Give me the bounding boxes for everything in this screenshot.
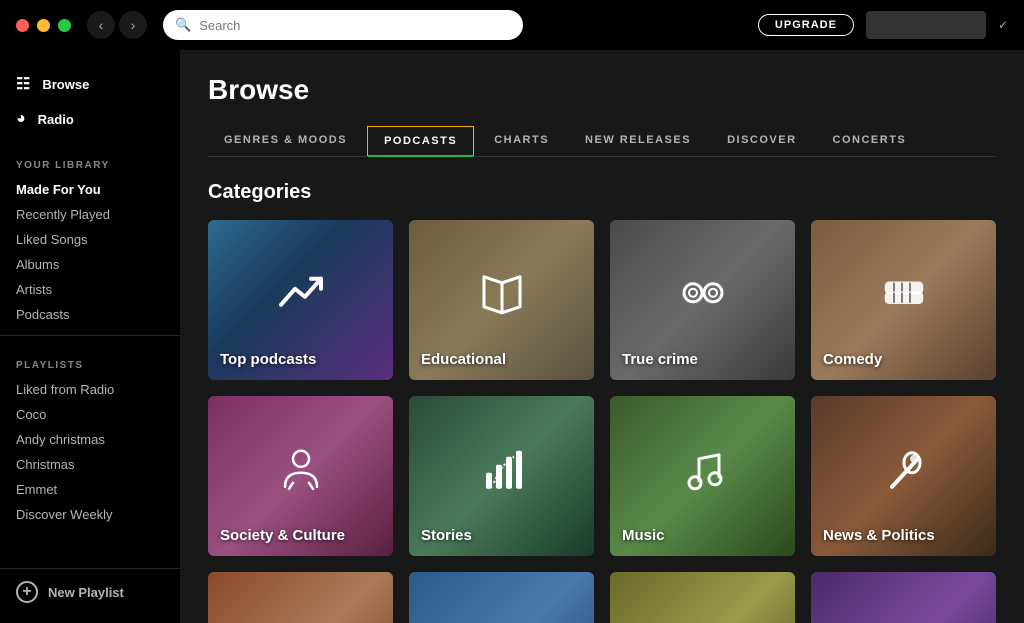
sidebar-browse-label: Browse xyxy=(42,77,89,92)
sidebar-item-andy-christmas[interactable]: Andy christmas xyxy=(0,427,180,452)
category-label-comedy: Comedy xyxy=(823,351,882,368)
category-label-educational: Educational xyxy=(421,351,506,368)
trend-icon xyxy=(277,269,325,317)
category-label-music: Music xyxy=(622,527,665,544)
sidebar-item-browse[interactable]: ☷ Browse xyxy=(0,66,180,102)
category-news[interactable]: News & Politics xyxy=(811,396,996,556)
search-input[interactable] xyxy=(199,18,511,33)
new-playlist-label: New Playlist xyxy=(48,585,124,600)
avatar xyxy=(866,11,986,39)
title-bar-right: UPGRADE ✓ xyxy=(758,11,1008,39)
tab-concerts[interactable]: CONCERTS xyxy=(817,126,923,156)
maximize-button[interactable] xyxy=(58,19,71,32)
sidebar-item-emmet[interactable]: Emmet xyxy=(0,477,180,502)
sidebar-nav: ☷ Browse ◕ Radio xyxy=(0,50,180,144)
category-label-news: News & Politics xyxy=(823,527,935,544)
bust-icon xyxy=(277,445,325,493)
category-true-crime[interactable]: True crime xyxy=(610,220,795,380)
category-stories[interactable]: Stories xyxy=(409,396,594,556)
music-note-icon xyxy=(679,445,727,493)
search-icon: 🔍 xyxy=(175,17,191,33)
sidebar-radio-label: Radio xyxy=(38,112,74,127)
sidebar-divider xyxy=(0,335,180,336)
category-label-top-podcasts: Top podcasts xyxy=(220,351,316,368)
tab-charts[interactable]: CHARTS xyxy=(478,126,565,156)
category-bottom2[interactable] xyxy=(409,572,594,623)
close-button[interactable] xyxy=(16,19,29,32)
sidebar-item-discover-weekly[interactable]: Discover Weekly xyxy=(0,502,180,527)
book-icon xyxy=(478,269,526,317)
sidebar-item-made-for-you[interactable]: Made For You xyxy=(0,177,180,202)
main-content: Browse GENRES & MOODS PODCASTS CHARTS NE… xyxy=(180,50,1024,623)
category-bottom3[interactable] xyxy=(610,572,795,623)
category-bottom4[interactable] xyxy=(811,572,996,623)
sidebar-item-liked-songs[interactable]: Liked Songs xyxy=(0,227,180,252)
tab-discover[interactable]: DISCOVER xyxy=(711,126,812,156)
stories-icon xyxy=(478,445,526,493)
category-label-society: Society & Culture xyxy=(220,527,345,544)
categories-grid: Top podcasts Educational xyxy=(208,220,996,623)
teeth-icon xyxy=(880,269,928,317)
window-controls xyxy=(16,19,71,32)
back-button[interactable]: ‹ xyxy=(87,11,115,39)
sidebar-item-recently-played[interactable]: Recently Played xyxy=(0,202,180,227)
chevron-down-icon[interactable]: ✓ xyxy=(998,18,1008,32)
sidebar-item-artists[interactable]: Artists xyxy=(0,277,180,302)
app-body: ☷ Browse ◕ Radio YOUR LIBRARY Made For Y… xyxy=(0,50,1024,623)
sidebar-item-radio[interactable]: ◕ Radio xyxy=(0,102,180,136)
microphone-icon xyxy=(880,445,928,493)
sidebar: ☷ Browse ◕ Radio YOUR LIBRARY Made For Y… xyxy=(0,50,180,623)
category-label-stories: Stories xyxy=(421,527,472,544)
category-top-podcasts[interactable]: Top podcasts xyxy=(208,220,393,380)
radio-icon: ◕ xyxy=(16,110,26,128)
browse-icon: ☷ xyxy=(16,74,30,94)
category-label-true-crime: True crime xyxy=(622,351,698,368)
tab-genres[interactable]: GENRES & MOODS xyxy=(208,126,363,156)
page-title: Browse xyxy=(208,74,996,106)
category-music[interactable]: Music xyxy=(610,396,795,556)
category-bottom1[interactable] xyxy=(208,572,393,623)
handcuffs-icon xyxy=(679,269,727,317)
search-bar[interactable]: 🔍 xyxy=(163,10,523,40)
nav-arrows: ‹ › xyxy=(87,11,147,39)
category-society[interactable]: Society & Culture xyxy=(208,396,393,556)
title-bar: ‹ › 🔍 UPGRADE ✓ xyxy=(0,0,1024,50)
upgrade-button[interactable]: UPGRADE xyxy=(758,14,854,36)
tab-new-releases[interactable]: NEW RELEASES xyxy=(569,126,707,156)
new-playlist-button[interactable]: + New Playlist xyxy=(0,568,180,615)
category-educational[interactable]: Educational xyxy=(409,220,594,380)
tabs: GENRES & MOODS PODCASTS CHARTS NEW RELEA… xyxy=(208,126,996,157)
sidebar-item-liked-from-radio[interactable]: Liked from Radio xyxy=(0,377,180,402)
plus-icon: + xyxy=(16,581,38,603)
library-section-label: YOUR LIBRARY xyxy=(0,144,180,177)
sidebar-item-albums[interactable]: Albums xyxy=(0,252,180,277)
sidebar-item-coco[interactable]: Coco xyxy=(0,402,180,427)
categories-title: Categories xyxy=(208,181,996,204)
playlists-section-label: PLAYLISTS xyxy=(0,344,180,377)
category-comedy[interactable]: Comedy xyxy=(811,220,996,380)
forward-button[interactable]: › xyxy=(119,11,147,39)
minimize-button[interactable] xyxy=(37,19,50,32)
tab-podcasts[interactable]: PODCASTS xyxy=(367,126,474,156)
sidebar-item-podcasts[interactable]: Podcasts xyxy=(0,302,180,327)
sidebar-item-christmas[interactable]: Christmas xyxy=(0,452,180,477)
